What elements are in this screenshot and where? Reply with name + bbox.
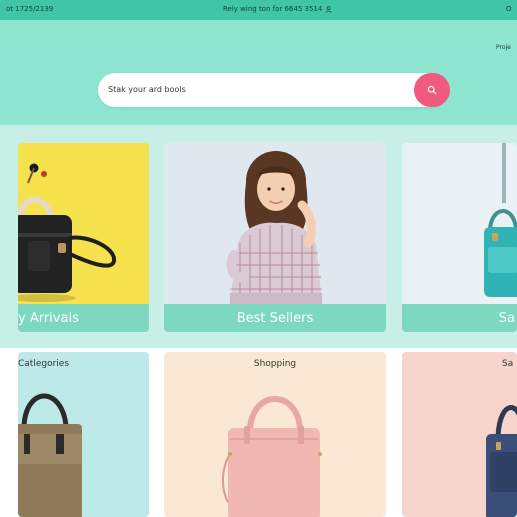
- section-title: Shopping: [253, 359, 297, 369]
- featured-caption-text: Sa: [498, 310, 515, 326]
- app-screen: ot 1725/2139 Rely wing ton for 6645 3514…: [0, 0, 517, 517]
- featured-caption: y Arrivals: [18, 304, 149, 332]
- featured-caption: Best Sellers: [164, 304, 386, 332]
- status-bar: ot 1725/2139 Rely wing ton for 6645 3514…: [0, 0, 517, 20]
- featured-caption: Sa: [402, 304, 517, 332]
- featured-card-best-sellers[interactable]: Best Sellers: [164, 143, 386, 332]
- denim-bag-image: [486, 405, 517, 517]
- status-left-text: ot 1725/2139: [6, 5, 54, 13]
- person-icon: [325, 5, 332, 13]
- section-card-shopping[interactable]: Shopping: [164, 352, 386, 517]
- search-bar[interactable]: Stak your ard bools: [98, 73, 450, 107]
- featured-caption-text: Best Sellers: [236, 310, 314, 326]
- section-title: Catlegories: [18, 359, 70, 369]
- featured-card-new-arrivals[interactable]: y Arrivals: [18, 143, 149, 332]
- header-project-link[interactable]: Proje: [496, 44, 511, 51]
- featured-card-sale[interactable]: Sa: [402, 143, 517, 332]
- header: Proje Stak your ard bools: [0, 20, 517, 125]
- section-card-categories[interactable]: Catlegories: [18, 352, 149, 517]
- section-card-sale[interactable]: Sa: [402, 352, 517, 517]
- search-button[interactable]: [414, 73, 450, 107]
- section-title: Sa: [502, 359, 514, 369]
- brown-bag-image: [18, 393, 82, 517]
- status-right-text: O: [506, 5, 512, 13]
- status-center: Rely wing ton for 6645 3514: [223, 5, 332, 13]
- search-input[interactable]: Stak your ard bools: [108, 85, 186, 94]
- search-icon: [427, 85, 437, 95]
- featured-caption-text: y Arrivals: [18, 310, 79, 326]
- pink-bag-image: [222, 396, 322, 517]
- status-center-text: Rely wing ton for 6645 3514: [223, 5, 323, 13]
